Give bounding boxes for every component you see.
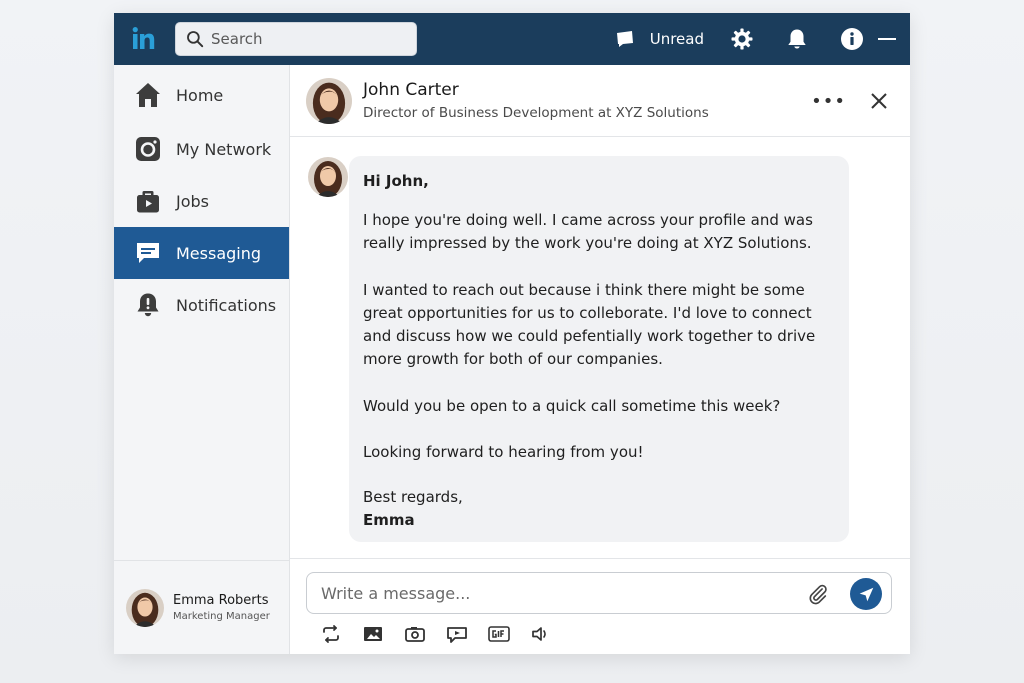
contact-title: Director of Business Development at XYZ … (363, 105, 709, 121)
chat-icon (616, 31, 633, 47)
bell-icon[interactable] (785, 27, 809, 51)
send-icon (859, 587, 873, 601)
sidebar-item-jobs[interactable]: Jobs (114, 175, 289, 227)
sidebar-item-label: Home (176, 85, 224, 105)
linkedin-logo-icon[interactable] (130, 25, 158, 53)
message-thread: Hi John, I hope you're doing well. I cam… (290, 137, 910, 558)
minimize-icon[interactable] (878, 38, 896, 40)
search-icon (187, 31, 204, 48)
sidebar-item-label: Jobs (176, 191, 209, 211)
unread-label: Unread (649, 30, 704, 48)
sidebar: Home My Network Jobs Messaging Notificat… (114, 65, 290, 654)
avatar (308, 157, 348, 197)
search-input[interactable] (211, 30, 406, 48)
sidebar-item-my-network[interactable]: My Network (114, 123, 289, 175)
current-user-profile[interactable]: Emma Roberts Marketing Manager (114, 560, 289, 654)
message-icon (137, 243, 159, 263)
composer-toolbar (320, 625, 572, 643)
topbar-actions: Unread (615, 13, 896, 65)
unread-filter[interactable]: Unread (615, 29, 704, 49)
user-title: Marketing Manager (173, 611, 270, 622)
sidebar-item-label: Notifications (176, 295, 277, 315)
video-chat-icon[interactable] (446, 625, 468, 643)
message-input-box[interactable] (306, 572, 892, 614)
top-bar: Unread (114, 13, 910, 65)
avatar[interactable] (306, 77, 352, 124)
image-icon[interactable] (362, 625, 384, 643)
more-options-icon[interactable]: ••• (811, 91, 846, 112)
message-signoff: Best regards, (363, 488, 463, 506)
gear-icon[interactable] (730, 27, 754, 51)
message-greeting: Hi John, (363, 172, 429, 190)
repost-icon[interactable] (320, 625, 342, 643)
main-area: Home My Network Jobs Messaging Notificat… (114, 65, 910, 654)
user-name: Emma Roberts (173, 593, 269, 608)
message-paragraph: Would you be open to a quick call someti… (363, 397, 781, 415)
search-box[interactable] (175, 22, 417, 56)
network-icon (136, 137, 160, 161)
contact-name[interactable]: John Carter (363, 80, 709, 100)
message-bubble: Hi John, I hope you're doing well. I cam… (349, 156, 849, 542)
message-paragraph: Looking forward to hearing from you! (363, 443, 644, 461)
sidebar-nav: Home My Network Jobs Messaging Notificat… (114, 65, 289, 331)
camera-icon[interactable] (404, 625, 426, 643)
conversation-actions: ••• (811, 65, 888, 137)
sidebar-item-notifications[interactable]: Notifications (114, 279, 289, 331)
message-input[interactable] (321, 583, 791, 603)
paperclip-icon[interactable] (807, 583, 829, 605)
close-icon[interactable] (870, 92, 888, 110)
sidebar-item-label: Messaging (176, 243, 262, 263)
avatar (126, 588, 164, 627)
briefcase-icon (137, 191, 159, 213)
sidebar-item-messaging[interactable]: Messaging (114, 227, 289, 279)
conversation-header: John Carter Director of Business Develop… (290, 65, 910, 137)
messaging-window: Unread (114, 13, 910, 654)
conversation-pane: John Carter Director of Business Develop… (290, 65, 910, 654)
alert-bell-icon (137, 293, 159, 317)
message-paragraph: I hope you're doing well. I came across … (363, 211, 813, 252)
sidebar-item-home[interactable]: Home (114, 69, 289, 121)
audio-icon[interactable] (530, 625, 552, 643)
info-icon[interactable] (840, 27, 864, 51)
home-icon (136, 83, 160, 107)
message-composer (290, 558, 910, 654)
message-signature: Emma (363, 511, 415, 529)
send-button[interactable] (850, 578, 882, 610)
sidebar-item-label: My Network (176, 139, 272, 159)
gif-icon[interactable] (488, 625, 510, 643)
message-paragraph: I wanted to reach out because i think th… (363, 281, 816, 368)
